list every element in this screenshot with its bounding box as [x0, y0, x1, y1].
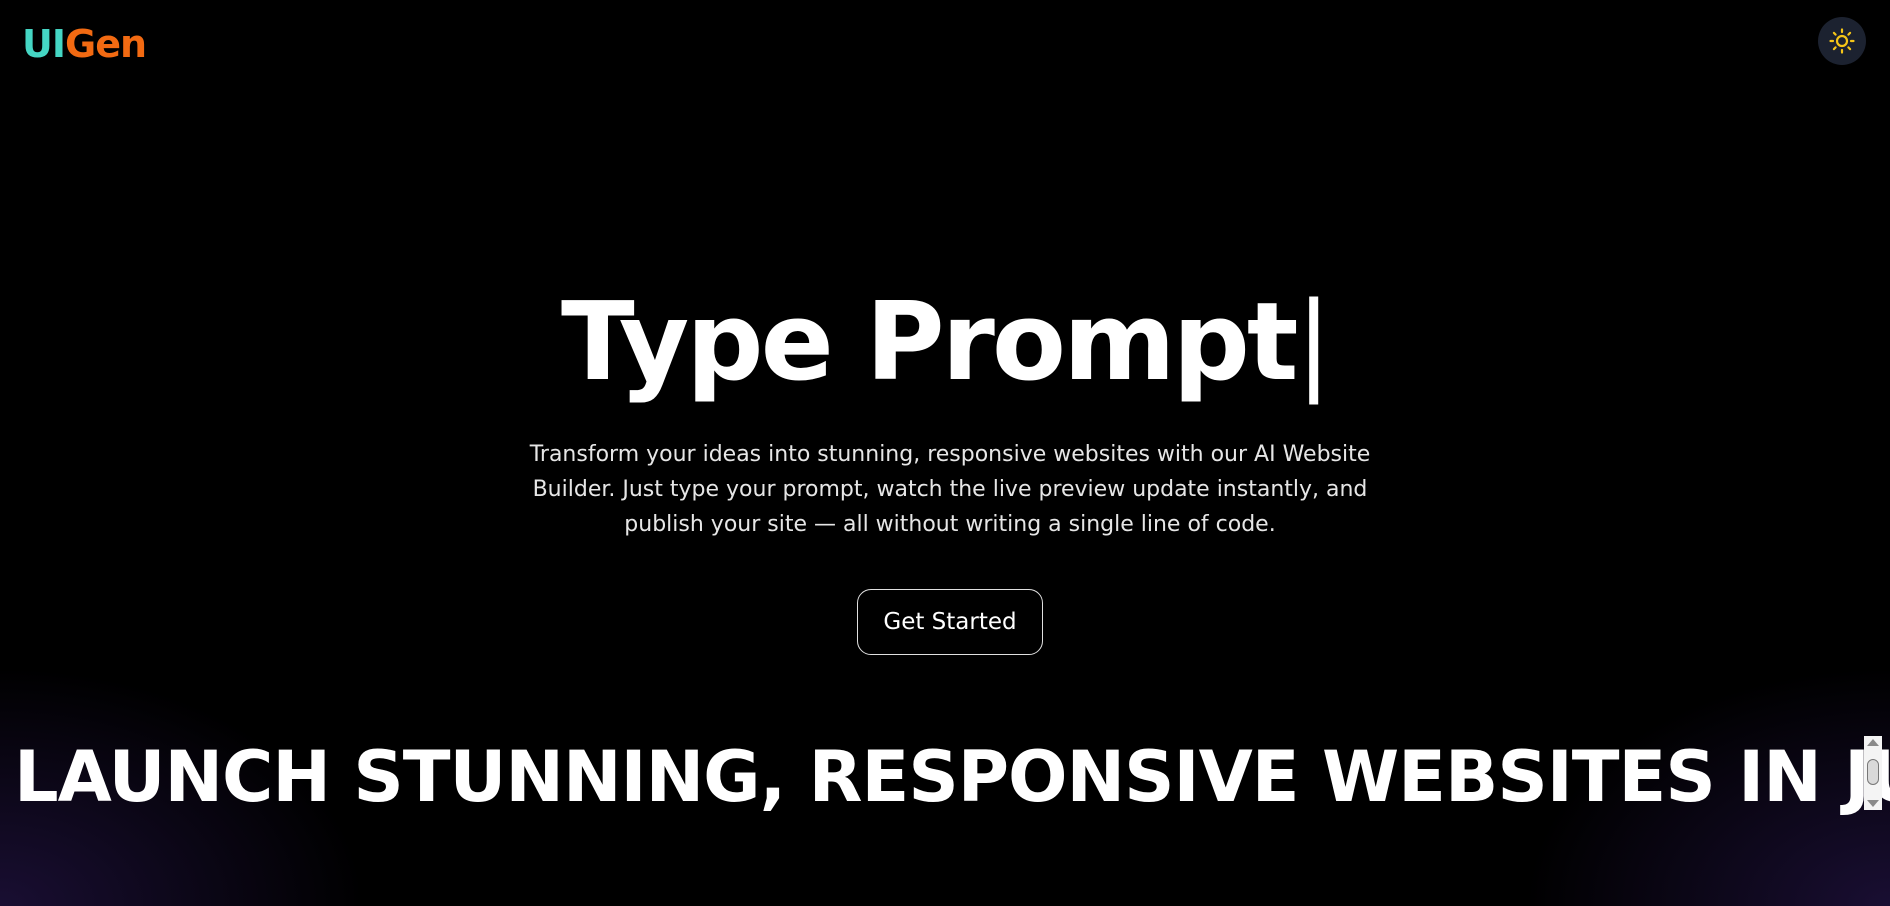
scrollbar-thumb[interactable]	[1867, 759, 1879, 785]
typing-cursor: |	[1295, 280, 1332, 405]
logo-part-gen: Gen	[65, 22, 147, 66]
landing-page: UIGen Type Prompt| Transform your ideas …	[0, 0, 1890, 906]
logo-part-ui: UI	[22, 22, 66, 66]
hero-title-text: Type Prompt	[561, 280, 1298, 405]
scroll-up-arrow-icon[interactable]	[1867, 739, 1879, 746]
hero-title: Type Prompt|	[0, 278, 1890, 408]
hero-description: Transform your ideas into stunning, resp…	[529, 442, 1371, 537]
marquee-scrollbar[interactable]	[1864, 736, 1882, 810]
theme-toggle-button[interactable]	[1818, 17, 1866, 65]
marquee-text: LAUNCH STUNNING, RESPONSIVE WEBSITES IN …	[14, 736, 1890, 818]
get-started-button[interactable]: Get Started	[857, 589, 1043, 655]
sun-icon	[1829, 28, 1855, 54]
logo[interactable]: UIGen	[22, 20, 147, 68]
scroll-down-arrow-icon[interactable]	[1867, 800, 1879, 807]
marquee-banner: LAUNCH STUNNING, RESPONSIVE WEBSITES IN …	[0, 735, 1890, 819]
